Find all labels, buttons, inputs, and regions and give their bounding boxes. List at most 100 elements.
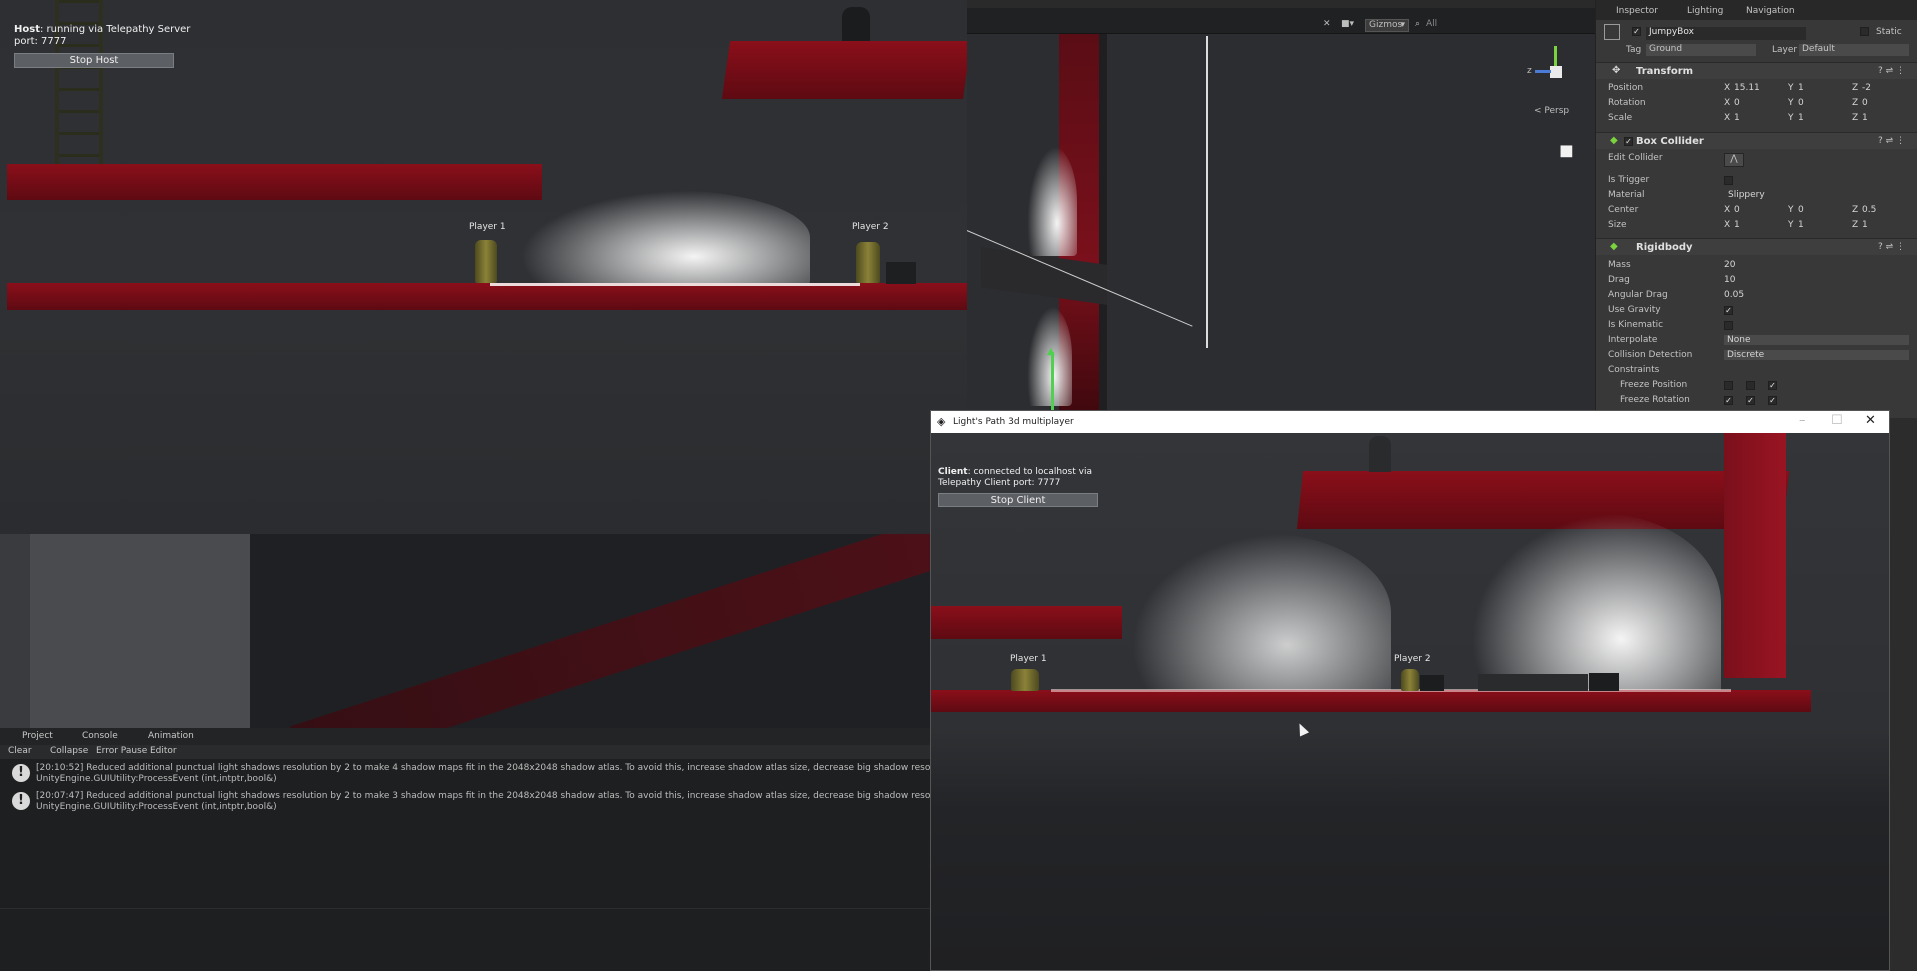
- angular-drag-field[interactable]: 0.05: [1724, 290, 1744, 300]
- collision-detection-dropdown[interactable]: Discrete: [1724, 350, 1909, 360]
- scale-z[interactable]: 1: [1862, 113, 1868, 123]
- scale-y[interactable]: 1: [1798, 113, 1804, 123]
- rigidbody-header[interactable]: ◆ Rigidbody ? ⇌ ⋮: [1596, 238, 1917, 255]
- freeze-pos-x-checkbox[interactable]: [1724, 381, 1733, 390]
- position-z[interactable]: -2: [1862, 83, 1912, 93]
- persp-label[interactable]: < Persp: [1534, 106, 1569, 116]
- center-z[interactable]: 0.5: [1862, 205, 1876, 215]
- static-checkbox[interactable]: [1860, 27, 1869, 36]
- camera-icon[interactable]: ■▾: [1341, 19, 1354, 29]
- gizmos-dropdown[interactable]: Gizmos ▾: [1365, 19, 1409, 32]
- collision-detection-label: Collision Detection: [1608, 350, 1693, 360]
- is-trigger-label: Is Trigger: [1608, 175, 1650, 185]
- scene-move-gizmo[interactable]: [1051, 352, 1054, 412]
- log-entry-1[interactable]: ! [20:10:52] Reduced additional punctual…: [0, 761, 1004, 787]
- rotation-y[interactable]: 0: [1798, 98, 1804, 108]
- material-row: Material Slippery: [1596, 190, 1917, 205]
- orientation-gizmo[interactable]: z: [1527, 44, 1587, 96]
- mass-field[interactable]: 20: [1724, 260, 1735, 270]
- drag-field[interactable]: 10: [1724, 275, 1735, 285]
- center-y[interactable]: 0: [1798, 205, 1804, 215]
- minimize-icon[interactable]: –: [1799, 413, 1806, 428]
- interpolate-dropdown[interactable]: None: [1724, 335, 1909, 345]
- client-floor: [931, 690, 1811, 712]
- center-row: Center X 0 Y 0 Z 0.5: [1596, 205, 1917, 220]
- console-tabbar: Project Console Animation: [0, 728, 930, 745]
- use-gravity-checkbox[interactable]: ✓: [1724, 306, 1733, 315]
- interpolate-label: Interpolate: [1608, 335, 1658, 345]
- edit-collider-button[interactable]: ⋀: [1724, 153, 1744, 167]
- maximize-icon[interactable]: ☐: [1831, 413, 1843, 428]
- layer-dropdown[interactable]: Default: [1799, 44, 1909, 56]
- tab-navigation[interactable]: Navigation: [1746, 6, 1795, 16]
- tab-lighting[interactable]: Lighting: [1687, 6, 1723, 16]
- player1-capsule: [475, 240, 497, 283]
- static-label: Static: [1876, 27, 1902, 37]
- material-label: Material: [1608, 190, 1645, 200]
- tab-console[interactable]: Console: [82, 731, 118, 741]
- axis-x: X: [1724, 83, 1731, 93]
- platform-mid-left: [7, 164, 542, 200]
- client-game-view[interactable]: Player 1 Player 2 Client: connected to l…: [931, 433, 1889, 970]
- center-label: Center: [1608, 205, 1639, 215]
- scene-view[interactable]: ✕ ■▾ Gizmos ▾ ⌕ All ▲ z < Persp ◼: [967, 0, 1595, 418]
- tab-project[interactable]: Project: [22, 731, 53, 741]
- axis-y: Y: [1788, 83, 1794, 93]
- freeze-rot-x-checkbox[interactable]: ✓: [1724, 396, 1733, 405]
- position-x[interactable]: 15.11: [1734, 83, 1784, 93]
- rotation-z[interactable]: 0: [1862, 98, 1868, 108]
- host-status-text: : running via Telepathy Server: [39, 24, 191, 35]
- search-icon[interactable]: ⌕: [1415, 19, 1420, 29]
- position-y[interactable]: 1: [1798, 83, 1848, 93]
- scale-x[interactable]: 1: [1734, 113, 1740, 123]
- is-trigger-checkbox[interactable]: [1724, 176, 1733, 185]
- center-x[interactable]: 0: [1734, 205, 1740, 215]
- collapse-button[interactable]: Collapse: [50, 746, 88, 756]
- freeze-position-label: Freeze Position: [1620, 380, 1688, 390]
- tag-dropdown[interactable]: Ground: [1646, 44, 1756, 56]
- object-name-field[interactable]: JumpyBox: [1646, 27, 1806, 40]
- is-kinematic-row: Is Kinematic: [1596, 320, 1917, 335]
- transform-position-row: Position X 15.11 Y 1 Z -2: [1596, 83, 1917, 98]
- is-kinematic-checkbox[interactable]: [1724, 321, 1733, 330]
- stop-host-button[interactable]: Stop Host: [14, 53, 174, 68]
- size-z[interactable]: 1: [1862, 220, 1868, 230]
- component-menu-icon[interactable]: ? ⇌ ⋮: [1878, 136, 1905, 146]
- scene-search-input[interactable]: All: [1426, 19, 1437, 29]
- component-menu-icon[interactable]: ? ⇌ ⋮: [1878, 66, 1905, 76]
- box-collider-header[interactable]: ◆ ✓ Box Collider ? ⇌ ⋮: [1596, 132, 1917, 149]
- close-icon[interactable]: ✕: [1865, 413, 1876, 428]
- client-titlebar[interactable]: ◈ Light's Path 3d multiplayer – ☐ ✕: [931, 411, 1889, 433]
- stop-client-button[interactable]: Stop Client: [938, 493, 1098, 507]
- inspector-lower: [1890, 418, 1917, 971]
- is-trigger-row: Is Trigger: [1596, 175, 1917, 190]
- host-status: Host: running via Telepathy Server port:…: [14, 24, 190, 48]
- gizmo-y-axis: [1554, 46, 1557, 68]
- tab-inspector[interactable]: Inspector: [1616, 6, 1658, 16]
- transform-header[interactable]: ✥ Transform ? ⇌ ⋮: [1596, 62, 1917, 79]
- collider-enabled-checkbox[interactable]: ✓: [1624, 137, 1633, 146]
- freeze-rot-z-checkbox[interactable]: ✓: [1768, 396, 1777, 405]
- size-x[interactable]: 1: [1734, 220, 1740, 230]
- rotation-x[interactable]: 0: [1734, 98, 1740, 108]
- active-checkbox[interactable]: ✓: [1632, 27, 1641, 36]
- client-window-title: Light's Path 3d multiplayer: [953, 417, 1074, 427]
- constraints-row[interactable]: Constraints: [1596, 365, 1917, 380]
- freeze-rot-y-checkbox[interactable]: ✓: [1746, 396, 1755, 405]
- editor-dropdown[interactable]: Editor: [150, 746, 177, 756]
- rigidbody-title: Rigidbody: [1636, 242, 1693, 253]
- size-y[interactable]: 1: [1798, 220, 1804, 230]
- error-pause-button[interactable]: Error Pause: [96, 746, 147, 756]
- clear-button[interactable]: Clear: [8, 746, 32, 756]
- tools-icon[interactable]: ✕: [1323, 19, 1331, 29]
- component-menu-icon[interactable]: ? ⇌ ⋮: [1878, 242, 1905, 252]
- platform-upper-right: [721, 41, 967, 99]
- material-field[interactable]: Slippery: [1728, 190, 1765, 200]
- layer-label: Layer: [1772, 45, 1798, 55]
- freeze-pos-z-checkbox[interactable]: ✓: [1768, 381, 1777, 390]
- log-entry-2[interactable]: ! [20:07:47] Reduced additional punctual…: [0, 789, 1004, 815]
- gizmo-cube: [1550, 66, 1562, 78]
- inspector-panel: Inspector Lighting Navigation ✓ JumpyBox…: [1595, 0, 1917, 418]
- freeze-pos-y-checkbox[interactable]: [1746, 381, 1755, 390]
- tab-animation[interactable]: Animation: [148, 731, 194, 741]
